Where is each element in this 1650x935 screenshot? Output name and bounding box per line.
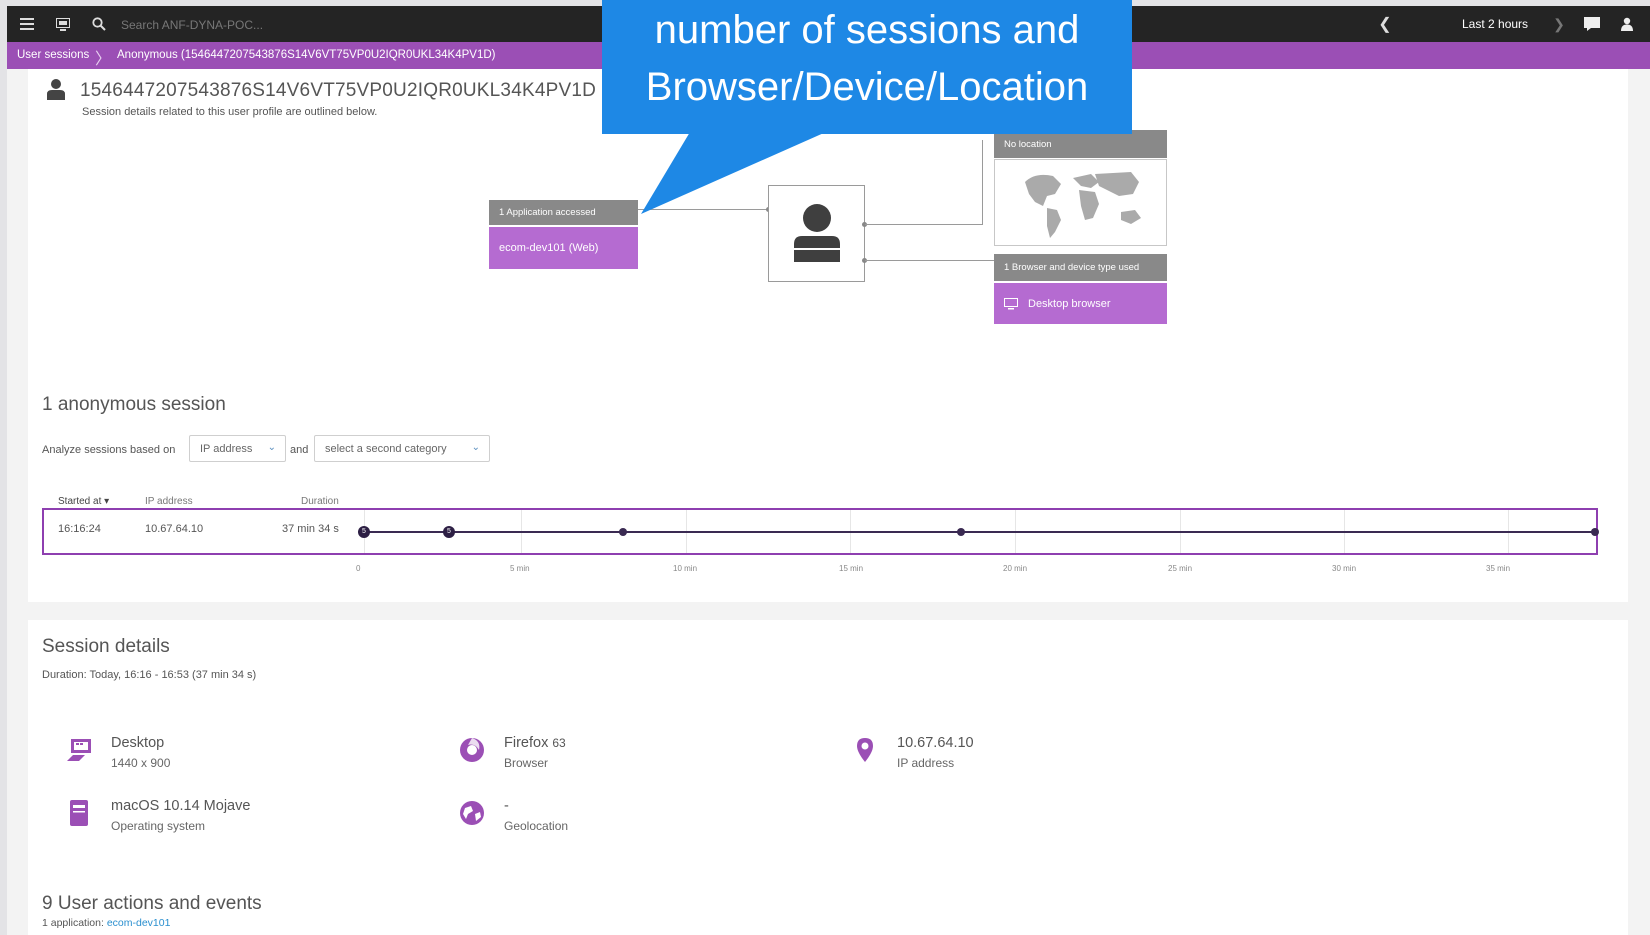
event-marker[interactable]	[1591, 528, 1599, 536]
desktop-icon	[64, 735, 94, 765]
device-type: Desktop	[111, 735, 165, 751]
os-name: macOS 10.14 Mojave	[111, 798, 251, 814]
user-actions-title: 9 User actions and events	[42, 893, 262, 914]
analyze-label: Analyze sessions based on	[42, 444, 176, 456]
timeline-tick: 15 min	[839, 564, 864, 573]
breadcrumb-current: Anonymous (1546447207543876S14V6VT75VP0U…	[117, 49, 496, 61]
callout-line-1: number of sessions and	[654, 8, 1080, 52]
ip-value: 10.67.64.10	[897, 735, 974, 751]
desktop-browser-label: Desktop browser	[1028, 297, 1111, 310]
chevron-right-icon[interactable]: ❯	[1549, 14, 1569, 34]
user-id-title: 1546447207543876S14V6VT75VP0U2IQR0UKL34K…	[80, 80, 597, 101]
sessions-title: 1 anonymous session	[42, 394, 226, 415]
menu-icon[interactable]	[17, 14, 37, 34]
location-header: No location	[994, 130, 1167, 158]
device-resolution: 1440 x 900	[111, 756, 171, 770]
apps-accessed-header: 1 Application accessed	[489, 200, 638, 225]
chevron-left-icon[interactable]: ❮	[1375, 14, 1395, 34]
chevron-down-icon: ⌄	[471, 442, 480, 453]
monitor-icon[interactable]	[53, 14, 73, 34]
event-marker-cluster[interactable]: 5	[443, 526, 455, 538]
event-marker[interactable]	[619, 528, 627, 536]
user-actions-subtitle: 1 application: ecom-dev101	[42, 917, 170, 929]
user-profile-icon	[46, 78, 66, 105]
world-map-icon	[1025, 172, 1141, 238]
category-select-2-value: select a second category	[325, 442, 447, 455]
col-started-at[interactable]: Started at ▾	[58, 496, 109, 507]
timeline-tick: 25 min	[1168, 564, 1193, 573]
firefox-icon	[457, 735, 487, 765]
browser-version: 63	[552, 736, 566, 750]
timeline-tick: 30 min	[1332, 564, 1357, 573]
user-subtitle: Session details related to this user pro…	[82, 106, 378, 118]
session-started-at: 16:16:24	[58, 523, 101, 535]
browser-label: Browser	[504, 756, 549, 770]
session-duration-summary: Duration: Today, 16:16 - 16:53 (37 min 3…	[42, 669, 257, 681]
globe-icon	[457, 798, 487, 828]
timeframe-selector[interactable]: Last 2 hours	[1462, 17, 1528, 31]
timeline-tick: 35 min	[1486, 564, 1511, 573]
session-details-title: Session details	[42, 636, 170, 657]
actions-app-prefix: 1 application:	[42, 917, 104, 929]
actions-app-link[interactable]: ecom-dev101	[107, 917, 171, 929]
chat-icon[interactable]	[1582, 14, 1602, 34]
os-icon	[64, 798, 94, 828]
user-account-icon[interactable]	[1617, 14, 1637, 34]
search-input[interactable]	[119, 14, 423, 36]
os-label: Operating system	[111, 819, 206, 833]
col-duration: Duration	[301, 496, 339, 507]
session-details-panel	[28, 620, 1628, 935]
search-icon[interactable]	[89, 14, 109, 34]
connector-line	[982, 140, 983, 225]
session-ip: 10.67.64.10	[145, 523, 204, 535]
event-marker[interactable]	[957, 528, 965, 536]
callout-line-2: Browser/Device/Location	[645, 65, 1089, 109]
annotation-callout: number of sessions and Browser/Device/Lo…	[602, 0, 1132, 134]
breadcrumb-separator-icon: 〉	[95, 51, 112, 68]
world-map	[994, 159, 1167, 246]
connector-line	[865, 224, 983, 225]
browser-name-text: Firefox	[504, 735, 549, 751]
event-marker-cluster[interactable]: 5	[358, 526, 370, 538]
desktop-browser-box[interactable]: Desktop browser	[994, 283, 1167, 324]
category-select-1[interactable]: IP address ⌄	[189, 435, 286, 462]
timeline-tick: 20 min	[1003, 564, 1028, 573]
browser-name: Firefox 63	[504, 735, 566, 751]
browser-device-header: 1 Browser and device type used	[994, 254, 1167, 281]
ip-label: IP address	[897, 756, 955, 770]
app-ecom-dev101[interactable]: ecom-dev101 (Web)	[489, 227, 638, 269]
chevron-down-icon: ⌄	[267, 442, 276, 453]
geo-label: Geolocation	[504, 819, 569, 833]
location-pin-icon	[850, 735, 880, 765]
category-select-1-value: IP address	[200, 442, 253, 455]
col-ip-address: IP address	[145, 496, 193, 507]
callout-pointer	[641, 132, 826, 214]
and-label: and	[290, 444, 309, 456]
breadcrumb-user-sessions[interactable]: User sessions	[17, 49, 89, 61]
timeline-tick: 0	[356, 564, 361, 573]
timeline-line	[364, 531, 1596, 533]
timeline-tick: 10 min	[673, 564, 698, 573]
session-duration: 37 min 34 s	[282, 523, 339, 535]
geo-value: -	[504, 798, 509, 814]
connector-line	[865, 260, 995, 261]
timeline-tick: 5 min	[510, 564, 530, 573]
desktop-icon	[1004, 297, 1018, 309]
category-select-2[interactable]: select a second category ⌄	[314, 435, 490, 462]
